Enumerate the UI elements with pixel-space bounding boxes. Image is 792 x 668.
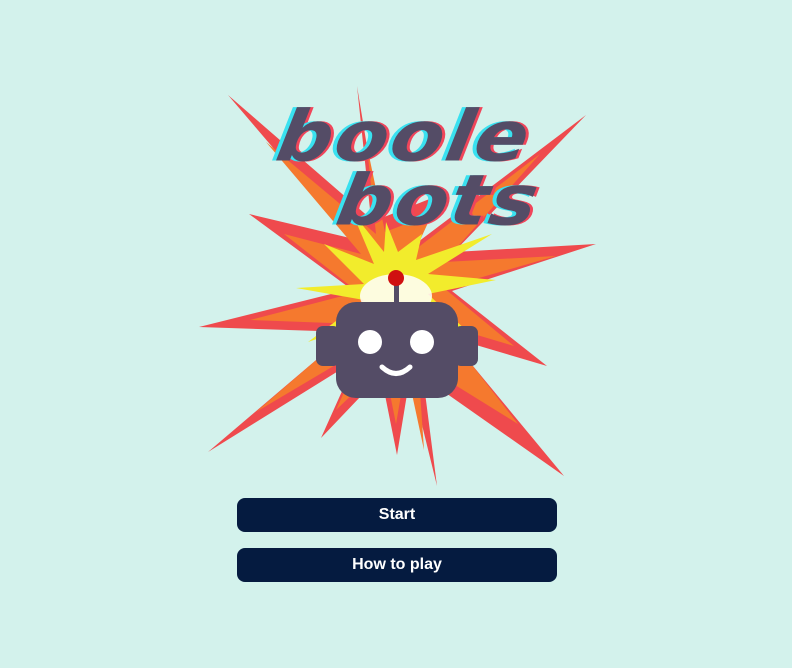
- robot-eye-right-icon: [410, 330, 434, 354]
- how-to-play-button[interactable]: How to play: [237, 548, 557, 582]
- start-button[interactable]: Start: [237, 498, 557, 532]
- robot-eye-left-icon: [358, 330, 382, 354]
- boole-bots-logo: boole bots: [196, 84, 598, 486]
- game-title-line2: bots: [330, 160, 547, 242]
- robot-head-icon: [336, 302, 458, 398]
- robot-antenna-tip-icon: [388, 270, 404, 286]
